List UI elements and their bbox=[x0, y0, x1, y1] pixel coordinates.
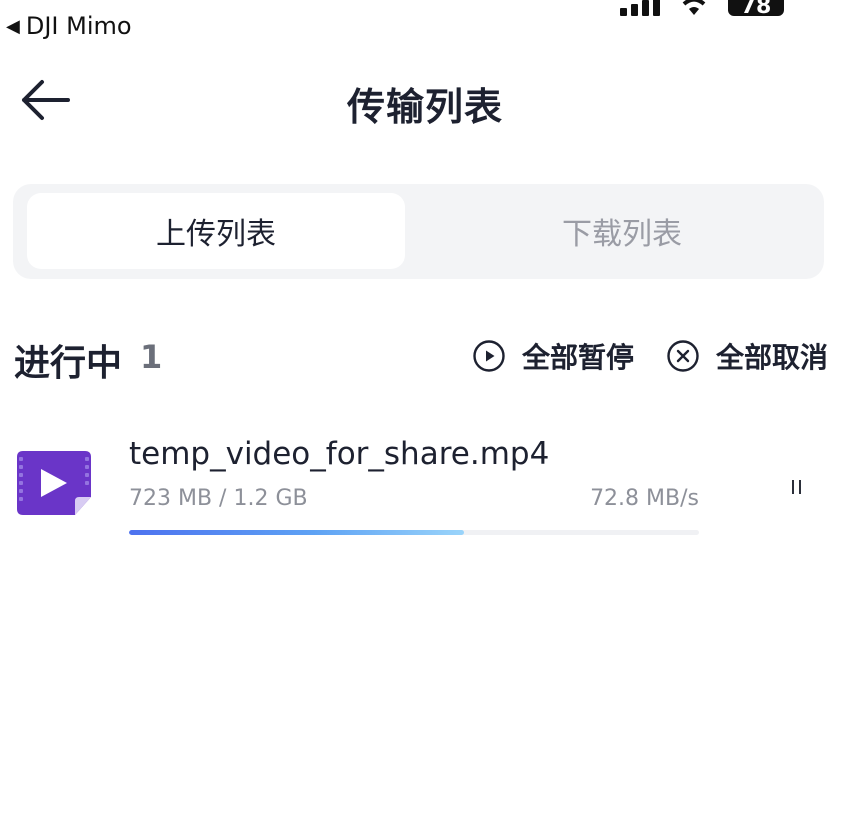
section-title: 进行中 bbox=[14, 343, 123, 384]
transfer-tabs: 上传列表 下载列表 bbox=[13, 184, 824, 279]
nav-bar: 传输列表 bbox=[0, 60, 850, 140]
progress-fill bbox=[129, 530, 465, 535]
tab-upload-list[interactable]: 上传列表 bbox=[27, 193, 405, 269]
back-triangle-icon: ◀ bbox=[6, 15, 20, 37]
video-file-icon bbox=[17, 451, 91, 515]
wifi-icon bbox=[682, 0, 706, 15]
tab-download-list[interactable]: 下载列表 bbox=[433, 193, 811, 269]
pause-all-button[interactable]: 全部暂停 bbox=[472, 336, 634, 376]
transfer-speed: 72.8 MB/s bbox=[590, 486, 699, 511]
cellular-signal-icon bbox=[620, 0, 660, 16]
tab-label: 上传列表 bbox=[156, 217, 276, 252]
pause-all-label: 全部暂停 bbox=[522, 341, 635, 374]
section-count: 1 bbox=[140, 338, 163, 376]
play-circle-icon bbox=[473, 340, 505, 372]
page-title: 传输列表 bbox=[346, 85, 503, 129]
close-circle-icon bbox=[667, 340, 699, 372]
pause-icon bbox=[791, 480, 801, 494]
cancel-all-button[interactable]: 全部取消 bbox=[666, 336, 828, 376]
in-progress-header: 进行中 1 全部暂停 全部取消 bbox=[14, 330, 834, 386]
back-to-app-link[interactable]: ◀ DJI Mimo bbox=[6, 12, 132, 40]
file-size-progress: 723 MB / 1.2 GB bbox=[129, 486, 308, 511]
battery-icon: 78 bbox=[728, 0, 784, 16]
file-name: temp_video_for_share.mp4 bbox=[129, 436, 550, 472]
tab-label: 下载列表 bbox=[562, 217, 682, 252]
back-app-label: DJI Mimo bbox=[25, 12, 132, 40]
cancel-all-label: 全部取消 bbox=[716, 341, 829, 374]
progress-bar bbox=[129, 530, 699, 535]
battery-level: 78 bbox=[740, 0, 772, 16]
system-indicators: 78 bbox=[620, 0, 784, 16]
status-bar: ◀ DJI Mimo 78 bbox=[0, 0, 850, 44]
transfer-item[interactable]: temp_video_for_share.mp4 723 MB / 1.2 GB… bbox=[0, 420, 850, 550]
pause-button[interactable] bbox=[776, 472, 816, 502]
